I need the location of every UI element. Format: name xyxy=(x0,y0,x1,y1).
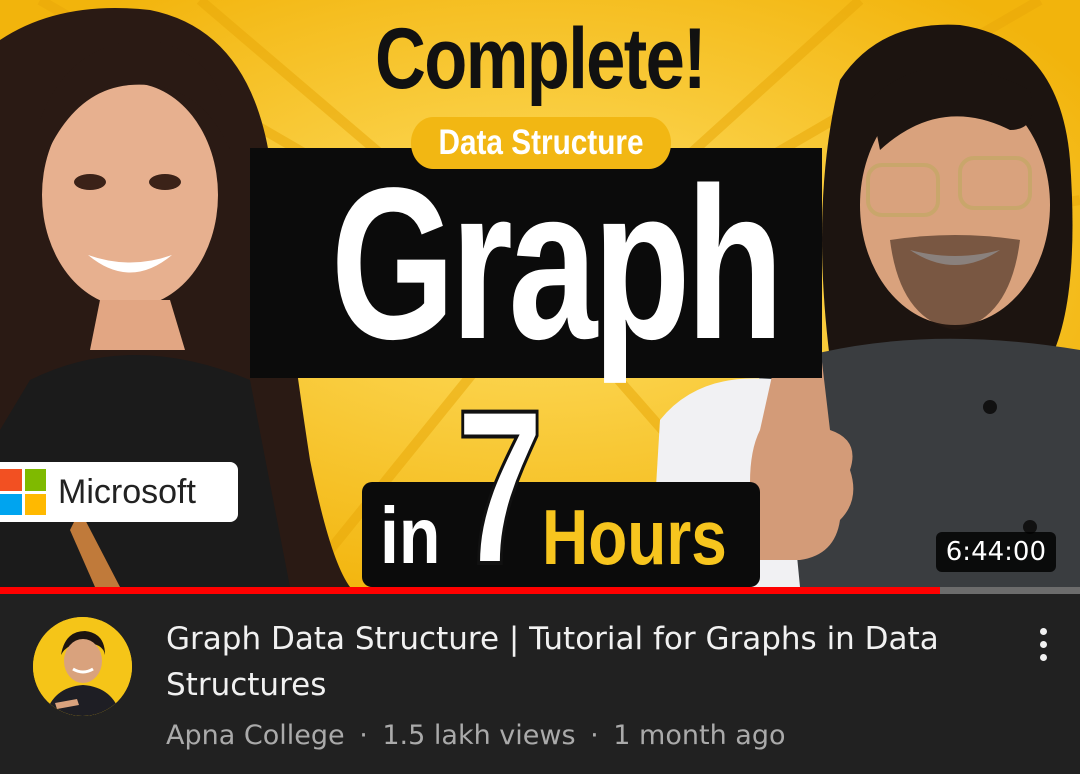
channel-name[interactable]: Apna College xyxy=(166,720,345,751)
thumbnail-main-word: Graph xyxy=(330,142,784,384)
thumbnail-in-word: in xyxy=(380,491,441,580)
video-metadata: Apna College · 1.5 lakh views · 1 month … xyxy=(166,720,785,751)
watch-progress-fill xyxy=(0,587,940,594)
microsoft-logo-icon xyxy=(0,469,46,515)
more-vert-icon[interactable] xyxy=(1028,620,1058,668)
video-title[interactable]: Graph Data Structure | Tutorial for Grap… xyxy=(166,616,996,708)
video-thumbnail[interactable]: Complete! Data Structure Graph in 7 Hour… xyxy=(0,0,1080,587)
avatar-image xyxy=(33,617,132,716)
upload-age: 1 month ago xyxy=(613,720,786,751)
video-duration-badge: 6:44:00 xyxy=(935,532,1056,572)
meta-separator: · xyxy=(359,720,368,751)
channel-avatar[interactable] xyxy=(33,617,132,716)
dot xyxy=(1039,653,1047,661)
view-count: 1.5 lakh views xyxy=(382,720,576,751)
microsoft-badge-label: Microsoft xyxy=(58,472,196,511)
watch-progress-bar xyxy=(0,587,1080,594)
dot xyxy=(1039,640,1047,648)
thumbnail-number: 7 xyxy=(455,364,546,587)
meta-separator: · xyxy=(590,720,599,751)
thumbnail-headline: Complete! xyxy=(374,11,707,107)
dot xyxy=(1039,627,1047,635)
thumbnail-hours-word: Hours xyxy=(542,493,727,581)
microsoft-badge: Microsoft xyxy=(0,462,238,522)
